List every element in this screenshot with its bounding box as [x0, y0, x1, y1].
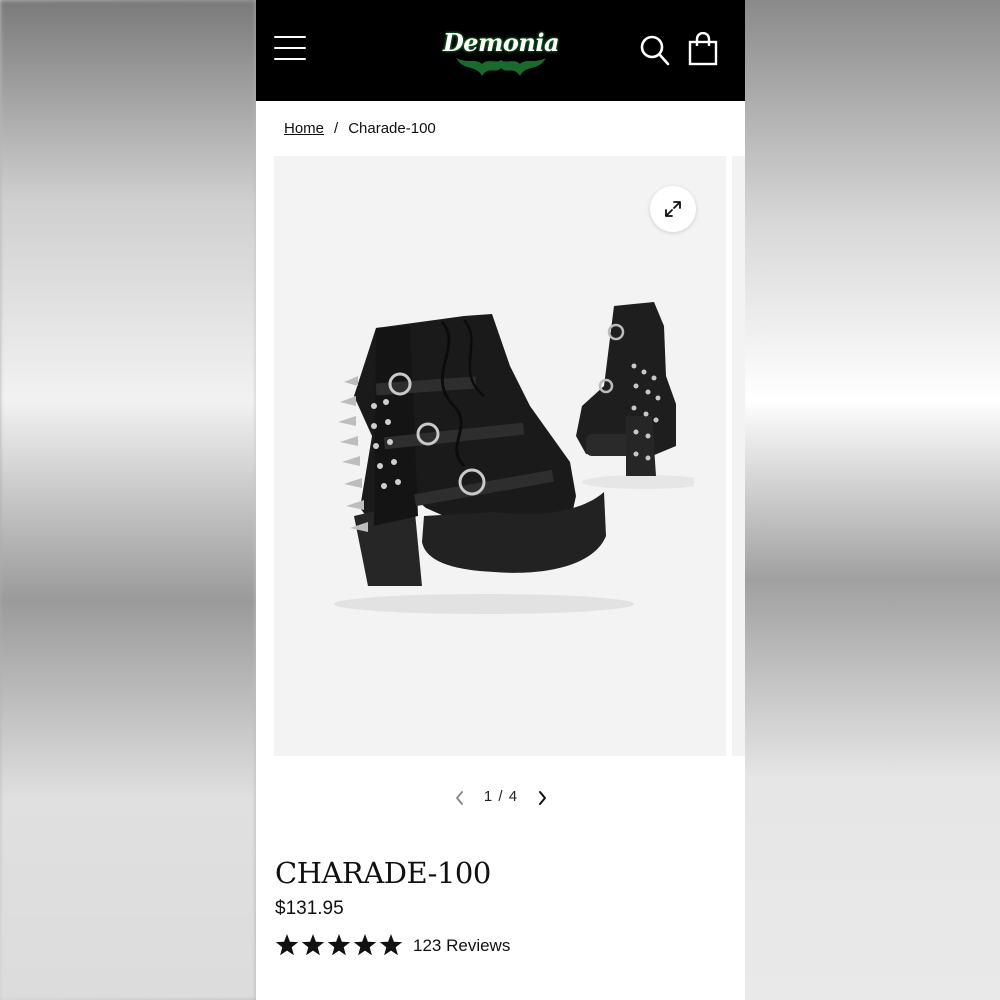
expand-image-button[interactable]	[650, 186, 696, 232]
background-left	[0, 0, 256, 1000]
search-icon[interactable]	[640, 34, 670, 66]
hamburger-menu-icon[interactable]	[274, 36, 308, 62]
product-price: $131.95	[275, 898, 344, 919]
rating-stars	[275, 934, 403, 956]
chevron-left-icon	[456, 791, 463, 805]
gallery-pager: 1 / 4	[446, 786, 556, 810]
breadcrumb-separator: /	[334, 120, 339, 137]
expand-icon	[665, 201, 681, 217]
reviews-count-link[interactable]: 123 Reviews	[413, 936, 510, 956]
background-right	[745, 0, 1000, 1000]
breadcrumb-home-link[interactable]: Home	[284, 120, 324, 137]
star-icon	[353, 934, 377, 956]
chevron-right-icon	[539, 791, 546, 805]
product-title: CHARADE-100	[275, 856, 491, 890]
star-icon	[301, 934, 325, 956]
product-gallery[interactable]	[274, 156, 726, 756]
site-header: Demonia	[256, 0, 745, 101]
star-icon	[379, 934, 403, 956]
product-image-boots	[334, 302, 694, 614]
brand-logo[interactable]: Demonia	[442, 24, 560, 80]
next-image-button[interactable]	[534, 788, 550, 808]
star-icon	[275, 934, 299, 956]
breadcrumb: Home / Charade-100	[284, 120, 436, 137]
mobile-page: Demonia Home / Charade-100 1 / 4 CHARADE…	[256, 0, 745, 1000]
next-image-peek	[732, 156, 745, 756]
star-icon	[327, 934, 351, 956]
image-counter: 1 / 4	[483, 788, 519, 805]
breadcrumb-current: Charade-100	[348, 120, 436, 137]
previous-image-button[interactable]	[452, 788, 468, 808]
logo-text: Demonia	[442, 28, 560, 57]
shopping-bag-icon[interactable]	[688, 31, 718, 66]
